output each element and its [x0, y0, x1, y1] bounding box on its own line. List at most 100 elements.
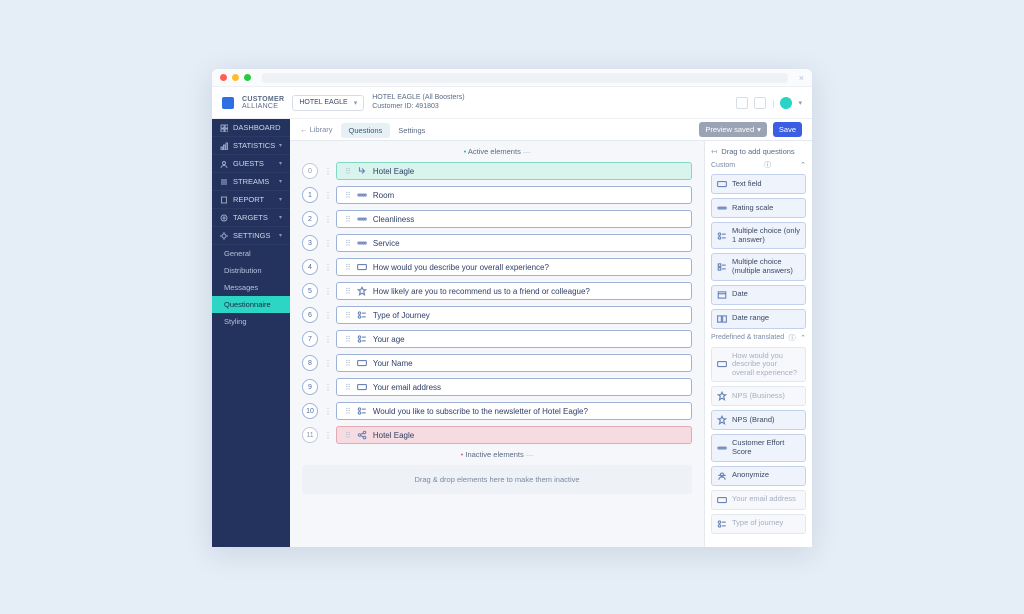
drag-handle-icon[interactable]: ⋮ — [324, 167, 330, 176]
question-number: 7 — [302, 331, 318, 347]
question-card[interactable]: ⠿Your Name — [336, 354, 692, 372]
sidebar-item-targets[interactable]: TARGETS▾ — [212, 209, 290, 227]
block-label: Date — [732, 290, 748, 299]
drag-dots-icon: ⠿ — [345, 359, 351, 368]
tab-questions[interactable]: Questions — [341, 123, 391, 138]
question-label: How would you describe your overall expe… — [373, 263, 549, 272]
question-type-block[interactable]: Date — [711, 285, 806, 305]
window-titlebar: × — [212, 69, 812, 87]
group-toggle-predefined[interactable]: Predefined & translated ⓘ ⌃ — [711, 333, 806, 343]
question-type-block: NPS (Business) — [711, 386, 806, 406]
question-card[interactable]: ⠿Your email address — [336, 378, 692, 396]
question-number: 3 — [302, 235, 318, 251]
question-number: 0 — [302, 163, 318, 179]
question-type-block[interactable]: Multiple choice (multiple answers) — [711, 253, 806, 280]
block-label: How would you describe your overall expe… — [732, 352, 800, 378]
preview-saved-button[interactable]: Preview saved ▾ — [699, 122, 767, 137]
chevron-down-icon: ▾ — [279, 142, 282, 149]
drag-dots-icon: ⠿ — [345, 311, 351, 320]
sidebar-item-dashboard[interactable]: DASHBOARD — [212, 119, 290, 137]
share-icon — [357, 430, 367, 440]
question-type-block[interactable]: Multiple choice (only 1 answer) — [711, 222, 806, 249]
drag-handle-icon[interactable]: ⋮ — [324, 383, 330, 392]
close-tab-icon[interactable]: × — [799, 73, 804, 83]
tenant-meta: HOTEL EAGLE (All Boosters) Customer ID: … — [372, 94, 464, 111]
question-type-block[interactable]: Customer Effort Score — [711, 434, 806, 461]
scale-icon — [357, 214, 367, 224]
drag-handle-icon[interactable]: ⋮ — [324, 311, 330, 320]
block-label: Your email address — [732, 495, 796, 504]
chevron-down-icon: ▾ — [279, 160, 282, 167]
inactive-elements-heading: Inactive elements — [302, 450, 692, 459]
sidebar-item-streams[interactable]: STREAMS▾ — [212, 173, 290, 191]
question-number: 6 — [302, 307, 318, 323]
main-area: ← Library QuestionsSettings Preview save… — [290, 119, 812, 547]
back-to-library-link[interactable]: ← Library — [300, 125, 333, 134]
header-icon-2[interactable] — [754, 97, 766, 109]
block-label: NPS (Brand) — [732, 416, 775, 425]
question-row: 10⋮⠿Would you like to subscribe to the n… — [302, 402, 692, 420]
question-card[interactable]: ⠿Your age — [336, 330, 692, 348]
drag-handle-icon[interactable]: ⋮ — [324, 407, 330, 416]
block-label: Date range — [732, 314, 769, 323]
sidebar-subitem-general[interactable]: General — [212, 245, 290, 262]
question-number: 2 — [302, 211, 318, 227]
sidebar-item-statistics[interactable]: STATISTICS▾ — [212, 137, 290, 155]
question-card[interactable]: ⠿How likely are you to recommend us to a… — [336, 282, 692, 300]
add-questions-heading: ↤ Drag to add questions — [711, 147, 806, 156]
drag-handle-icon[interactable]: ⋮ — [324, 359, 330, 368]
question-card[interactable]: ⠿Service — [336, 234, 692, 252]
question-label: Room — [373, 191, 394, 200]
inactive-drop-area[interactable]: Drag & drop elements here to make them i… — [302, 465, 692, 494]
question-number: 8 — [302, 355, 318, 371]
question-card[interactable]: ⠿Cleanliness — [336, 210, 692, 228]
avatar[interactable] — [780, 97, 792, 109]
question-card[interactable]: ⠿How would you describe your overall exp… — [336, 258, 692, 276]
sidebar-subitem-distribution[interactable]: Distribution — [212, 262, 290, 279]
question-card[interactable]: ⠿Hotel Eagle — [336, 426, 692, 444]
drag-dots-icon: ⠿ — [345, 167, 351, 176]
tenant-selector[interactable]: HOTEL EAGLE ▾ — [292, 95, 364, 111]
window-zoom-dot[interactable] — [244, 74, 251, 81]
drag-handle-icon[interactable]: ⋮ — [324, 215, 330, 224]
window-close-dot[interactable] — [220, 74, 227, 81]
drag-dots-icon: ⠿ — [345, 287, 351, 296]
question-type-block[interactable]: Text field — [711, 174, 806, 194]
drag-handle-icon[interactable]: ⋮ — [324, 287, 330, 296]
question-card[interactable]: ⠿ Type of Journey — [336, 306, 692, 324]
group-toggle-custom[interactable]: Custom ⓘ ⌃ — [711, 160, 806, 170]
question-card[interactable]: ⠿Room — [336, 186, 692, 204]
question-type-block[interactable]: Anonymize — [711, 466, 806, 486]
drag-handle-icon[interactable]: ⋮ — [324, 263, 330, 272]
question-label: Hotel Eagle — [373, 167, 414, 176]
avatar-menu-chevron-icon[interactable]: ▾ — [798, 99, 802, 107]
question-card[interactable]: ⠿ Hotel Eagle — [336, 162, 692, 180]
sidebar-item-guests[interactable]: GUESTS▾ — [212, 155, 290, 173]
question-card[interactable]: ⠿Would you like to subscribe to the news… — [336, 402, 692, 420]
drag-handle-icon[interactable]: ⋮ — [324, 335, 330, 344]
drag-handle-icon[interactable]: ⋮ — [324, 191, 330, 200]
question-type-block[interactable]: Rating scale — [711, 198, 806, 218]
question-type-block[interactable]: Date range — [711, 309, 806, 329]
sidebar-item-settings[interactable]: SETTINGS▾ — [212, 227, 290, 245]
chevron-down-icon: ▾ — [757, 125, 761, 134]
save-button[interactable]: Save — [773, 122, 802, 137]
sidebar-subitem-styling[interactable]: Styling — [212, 313, 290, 330]
drag-handle-icon[interactable]: ⋮ — [324, 239, 330, 248]
sidebar-subitem-questionnaire[interactable]: Questionnaire — [212, 296, 290, 313]
window-minimize-dot[interactable] — [232, 74, 239, 81]
sidebar-subitem-messages[interactable]: Messages — [212, 279, 290, 296]
targets-icon — [220, 214, 228, 222]
header-icon-1[interactable] — [736, 97, 748, 109]
add-questions-panel: ↤ Drag to add questions Custom ⓘ ⌃ Text … — [704, 141, 812, 547]
single-icon — [357, 406, 367, 416]
address-bar[interactable] — [262, 73, 788, 83]
anon-icon — [717, 471, 727, 481]
sidebar-item-report[interactable]: REPORT▾ — [212, 191, 290, 209]
drag-handle-icon[interactable]: ⋮ — [324, 431, 330, 440]
streams-icon — [220, 178, 228, 186]
question-type-block[interactable]: NPS (Brand) — [711, 410, 806, 430]
tab-settings[interactable]: Settings — [390, 123, 433, 138]
question-number: 9 — [302, 379, 318, 395]
question-label: Type of Journey — [373, 311, 430, 320]
